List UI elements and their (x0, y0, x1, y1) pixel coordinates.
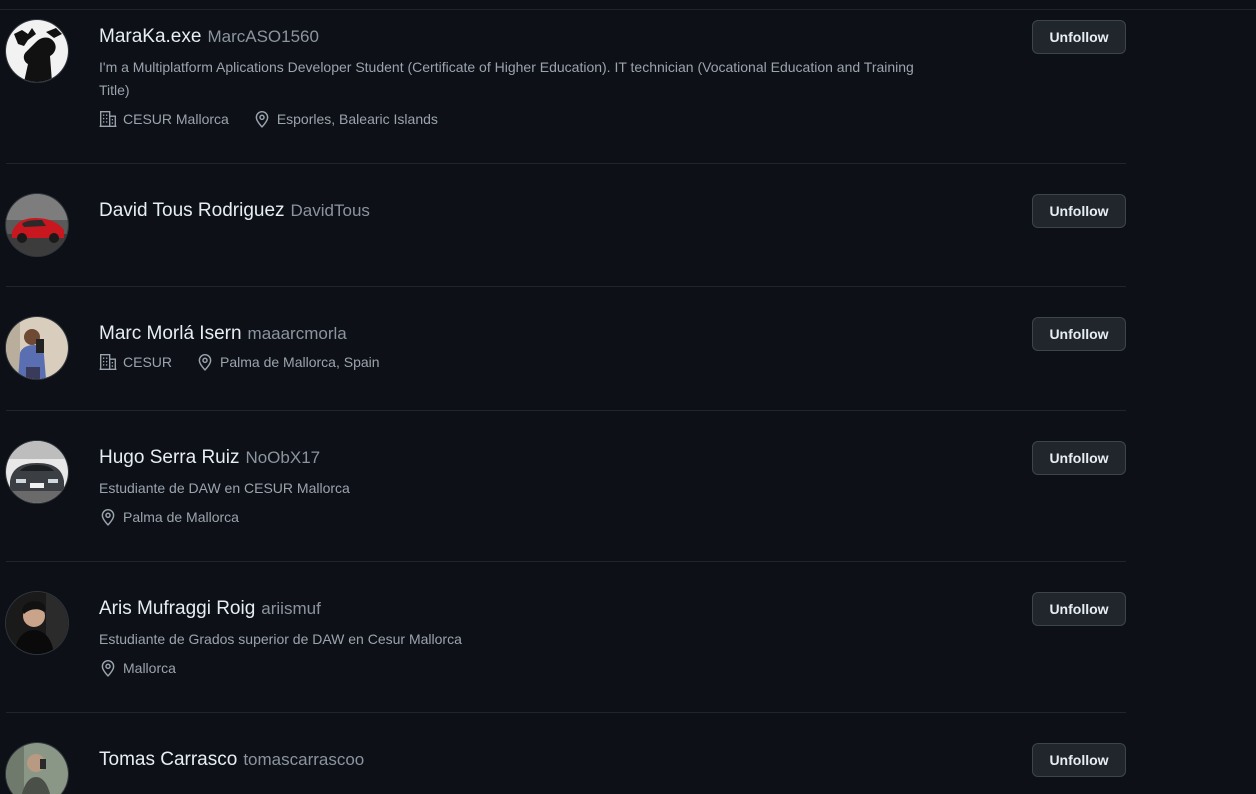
user-meta: CESUR Palma de Mallorca, Spain (99, 353, 929, 371)
user-company: CESUR Mallorca (99, 110, 229, 128)
row-divider (6, 163, 1126, 164)
user-name-line: MaraKa.exe MarcASO1560 (99, 26, 929, 48)
user-meta: CESUR Mallorca Esporles, Balearic Island… (99, 110, 929, 128)
user-name-line: David Tous Rodriguez DavidTous (99, 200, 929, 222)
red-car-avatar-icon (6, 194, 68, 256)
user-display-name[interactable]: Hugo Serra Ruiz (99, 447, 239, 468)
user-company-text: CESUR (123, 354, 173, 370)
user-location-text: Esporles, Balearic Islands (276, 111, 438, 127)
user-handle[interactable]: NoObX17 (245, 448, 320, 467)
user-row: MaraKa.exe MarcASO1560 I'm a Multiplatfor… (6, 20, 1126, 164)
user-handle[interactable]: DavidTous (291, 201, 370, 220)
gray-car-avatar-icon (6, 441, 68, 503)
user-row: Tomas Carrasco tomascarrascoo Unfollow (6, 743, 1126, 794)
user-display-name[interactable]: Tomas Carrasco (99, 749, 237, 770)
user-row: Aris Mufraggi Roig ariismuf Estudiante de… (6, 592, 1126, 713)
person-photo-avatar-icon (6, 743, 68, 794)
silhouette-avatar-icon (6, 20, 68, 82)
person-photo-avatar-icon (6, 317, 68, 379)
user-name-line: Tomas Carrasco tomascarrascoo (99, 749, 929, 771)
row-divider (6, 561, 1126, 562)
user-company: CESUR (99, 353, 172, 371)
user-location: Esporles, Balearic Islands (253, 110, 438, 128)
user-avatar[interactable] (6, 592, 68, 654)
user-handle[interactable]: ariismuf (261, 599, 321, 618)
row-divider (6, 286, 1126, 287)
user-location-text: Palma de Mallorca, Spain (220, 354, 380, 370)
user-location-text: Palma de Mallorca (123, 509, 239, 525)
user-display-name[interactable]: Marc Morlá Isern (99, 323, 242, 344)
user-location-text: Mallorca (123, 660, 176, 676)
unfollow-button[interactable]: Unfollow (1032, 194, 1126, 228)
user-avatar[interactable] (6, 743, 68, 794)
unfollow-button[interactable]: Unfollow (1032, 20, 1126, 54)
user-location: Palma de Mallorca, Spain (196, 353, 380, 371)
user-bio: Estudiante de Grados superior de DAW en … (99, 631, 462, 647)
location-pin-icon (198, 354, 212, 371)
user-display-name[interactable]: MaraKa.exe (99, 26, 201, 47)
user-location: Mallorca (99, 659, 176, 677)
following-list-page: MaraKa.exe MarcASO1560 I'm a Multiplatfor… (0, 0, 1256, 794)
location-pin-icon (255, 111, 269, 128)
unfollow-button[interactable]: Unfollow (1032, 317, 1126, 351)
user-location: Palma de Mallorca (99, 508, 239, 526)
organization-icon (99, 111, 117, 127)
unfollow-button[interactable]: Unfollow (1032, 441, 1126, 475)
unfollow-button[interactable]: Unfollow (1032, 743, 1126, 777)
user-handle[interactable]: tomascarrascoo (243, 750, 364, 769)
location-pin-icon (101, 660, 115, 677)
user-avatar[interactable] (6, 194, 68, 256)
user-meta: Mallorca (99, 659, 929, 677)
user-info: Hugo Serra Ruiz NoObX17 Estudiante de DAW… (99, 447, 929, 526)
user-row: David Tous Rodriguez DavidTous Unfollow (6, 194, 1126, 287)
user-row: Hugo Serra Ruiz NoObX17 Estudiante de DAW… (6, 441, 1126, 562)
row-divider (6, 712, 1126, 713)
user-display-name[interactable]: David Tous Rodriguez (99, 200, 285, 221)
user-name-line: Aris Mufraggi Roig ariismuf (99, 598, 929, 620)
user-bio: Estudiante de DAW en CESUR Mallorca (99, 480, 350, 496)
unfollow-button[interactable]: Unfollow (1032, 592, 1126, 626)
row-divider (6, 410, 1126, 411)
user-info: MaraKa.exe MarcASO1560 I'm a Multiplatfor… (99, 26, 929, 128)
location-pin-icon (101, 509, 115, 526)
user-info: David Tous Rodriguez DavidTous (99, 200, 929, 222)
organization-icon (99, 354, 117, 370)
user-handle[interactable]: MarcASO1560 (207, 27, 319, 46)
user-bio: I'm a Multiplatform Aplications Develope… (99, 59, 914, 98)
user-info: Tomas Carrasco tomascarrascoo (99, 749, 929, 771)
user-avatar[interactable] (6, 317, 68, 379)
user-avatar[interactable] (6, 441, 68, 503)
user-meta: Palma de Mallorca (99, 508, 929, 526)
user-name-line: Hugo Serra Ruiz NoObX17 (99, 447, 929, 469)
user-name-line: Marc Morlá Isern maaarcmorla (99, 323, 929, 345)
top-divider (0, 9, 1256, 10)
user-display-name[interactable]: Aris Mufraggi Roig (99, 598, 255, 619)
user-avatar[interactable] (6, 20, 68, 82)
user-row: Marc Morlá Isern maaarcmorla CESUR Palma … (6, 317, 1126, 411)
user-company-text: CESUR Mallorca (123, 111, 229, 127)
person-dark-avatar-icon (6, 592, 68, 654)
user-info: Marc Morlá Isern maaarcmorla CESUR Palma … (99, 323, 929, 371)
user-info: Aris Mufraggi Roig ariismuf Estudiante de… (99, 598, 929, 677)
user-handle[interactable]: maaarcmorla (248, 324, 347, 343)
